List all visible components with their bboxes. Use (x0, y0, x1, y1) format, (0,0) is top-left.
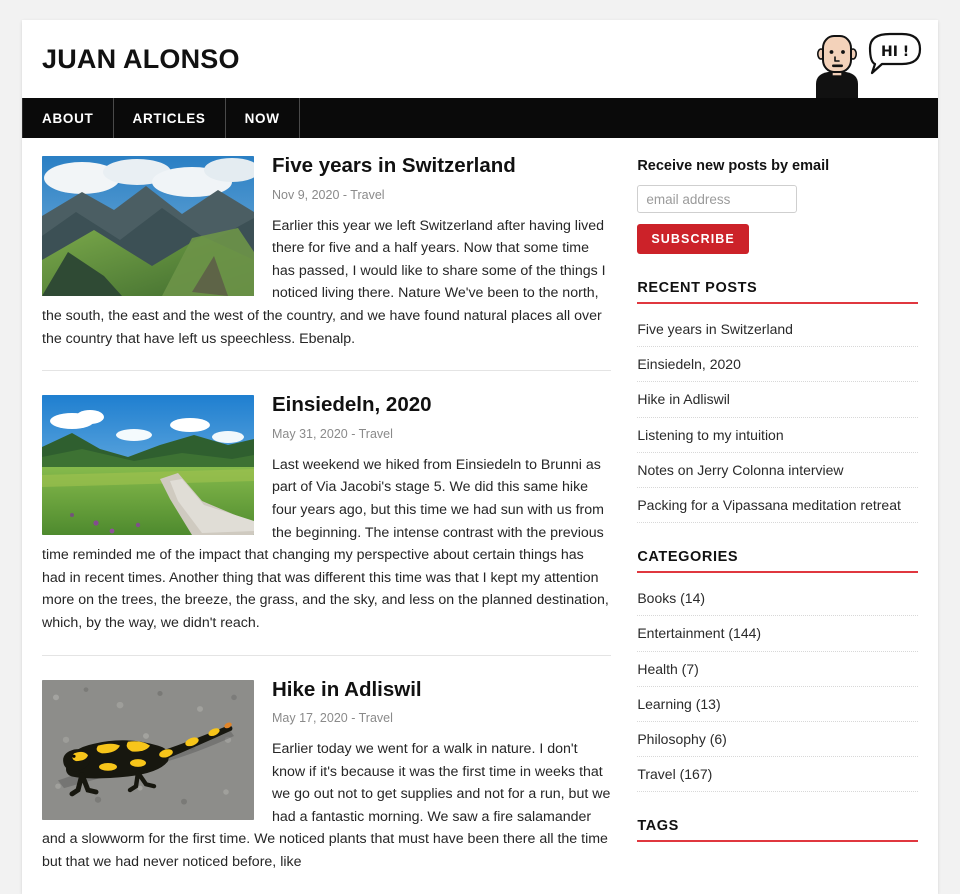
site-title: JUAN ALONSO (42, 43, 240, 74)
category-link[interactable]: Health (7) (637, 652, 918, 686)
heading-underline (637, 571, 918, 574)
categories-heading: CATEGORIES (637, 549, 739, 566)
category-link[interactable]: Philosophy (6) (637, 722, 918, 756)
category-link[interactable]: Books (14) (637, 581, 918, 615)
recent-post-link[interactable]: Notes on Jerry Colonna interview (637, 453, 918, 487)
site-header: JUAN ALONSO HI ! (22, 20, 938, 98)
heading-underline (637, 302, 918, 304)
list-item[interactable]: Einsiedeln, 2020 (637, 347, 918, 383)
cartoon-avatar-icon: HI ! (802, 26, 922, 98)
list-item[interactable]: Books (14) (637, 581, 918, 617)
recent-post-link[interactable]: Listening to my intuition (637, 418, 918, 452)
heading-underline (637, 840, 918, 843)
email-field[interactable] (637, 185, 798, 213)
article-meta: May 31, 2020 - Travel (272, 426, 393, 441)
article-item: Hike in Adliswil May 17, 2020 - Travel E… (42, 654, 612, 894)
category-link[interactable]: Learning (13) (637, 687, 918, 721)
mountain-valley-photo[interactable] (42, 156, 254, 296)
category-link[interactable]: Entertainment (144) (637, 616, 918, 650)
recent-posts-widget: RECENT POSTS Five years in Switzerland E… (637, 280, 918, 524)
article-item: Einsiedeln, 2020 May 31, 2020 - Travel L… (42, 370, 612, 654)
recent-post-link[interactable]: Einsiedeln, 2020 (637, 347, 918, 381)
list-item[interactable]: Travel (167) (637, 757, 918, 793)
recent-posts-heading: RECENT POSTS (637, 280, 758, 296)
categories-list: Books (14) Entertainment (144) Health (7… (637, 581, 918, 793)
list-item[interactable]: Hike in Adliswil (637, 382, 918, 418)
tags-widget: TAGS (637, 818, 918, 843)
recent-posts-list: Five years in Switzerland Einsiedeln, 20… (637, 312, 918, 524)
list-item[interactable]: Philosophy (6) (637, 722, 918, 758)
tags-heading: TAGS (637, 818, 679, 835)
speech-bubble-text: HI ! (881, 44, 909, 60)
article-meta: May 17, 2020 - Travel (272, 711, 393, 726)
subscribe-button[interactable]: SUBSCRIBE (637, 224, 749, 254)
list-item[interactable]: Five years in Switzerland (637, 312, 918, 348)
main-navigation[interactable]: ABOUT ARTICLES NOW (22, 98, 938, 138)
list-item[interactable]: Learning (13) (637, 687, 918, 722)
list-item[interactable]: Packing for a Vipassana meditation retre… (637, 488, 918, 524)
site-container: JUAN ALONSO HI ! ABOUT ARTICLES NOW Five… (22, 20, 938, 894)
nav-item-about[interactable]: ABOUT (22, 98, 114, 138)
category-link[interactable]: Travel (167) (637, 757, 918, 791)
list-item[interactable]: Health (7) (637, 652, 918, 687)
list-item[interactable]: Notes on Jerry Colonna interview (637, 453, 918, 488)
recent-post-link[interactable]: Packing for a Vipassana meditation retre… (637, 488, 918, 522)
list-item[interactable]: Listening to my intuition (637, 418, 918, 453)
fire-salamander-photo[interactable] (42, 679, 254, 820)
article-title[interactable]: Einsiedeln, 2020 (272, 393, 611, 418)
recent-post-link[interactable]: Five years in Switzerland (637, 312, 918, 346)
article-list: Five years in Switzerland Nov 9, 2020 - … (42, 138, 627, 894)
categories-widget: CATEGORIES Books (14) Entertainment (144… (637, 549, 918, 793)
article-title[interactable]: Five years in Switzerland (272, 154, 611, 179)
sidebar: Receive new posts by email SUBSCRIBE REC… (627, 138, 918, 894)
subscribe-title: Receive new posts by email (637, 158, 830, 174)
article-title[interactable]: Hike in Adliswil (272, 678, 611, 703)
article-item: Five years in Switzerland Nov 9, 2020 - … (42, 154, 611, 370)
nav-item-articles[interactable]: ARTICLES (114, 98, 226, 138)
subscribe-widget: Receive new posts by email SUBSCRIBE (637, 158, 918, 254)
recent-post-link[interactable]: Hike in Adliswil (637, 382, 918, 416)
article-meta: Nov 9, 2020 - Travel (272, 187, 385, 202)
list-item[interactable]: Entertainment (144) (637, 616, 918, 652)
content-area: Five years in Switzerland Nov 9, 2020 - … (22, 138, 938, 894)
meadow-path-photo[interactable] (42, 395, 254, 536)
nav-item-now[interactable]: NOW (226, 98, 300, 138)
